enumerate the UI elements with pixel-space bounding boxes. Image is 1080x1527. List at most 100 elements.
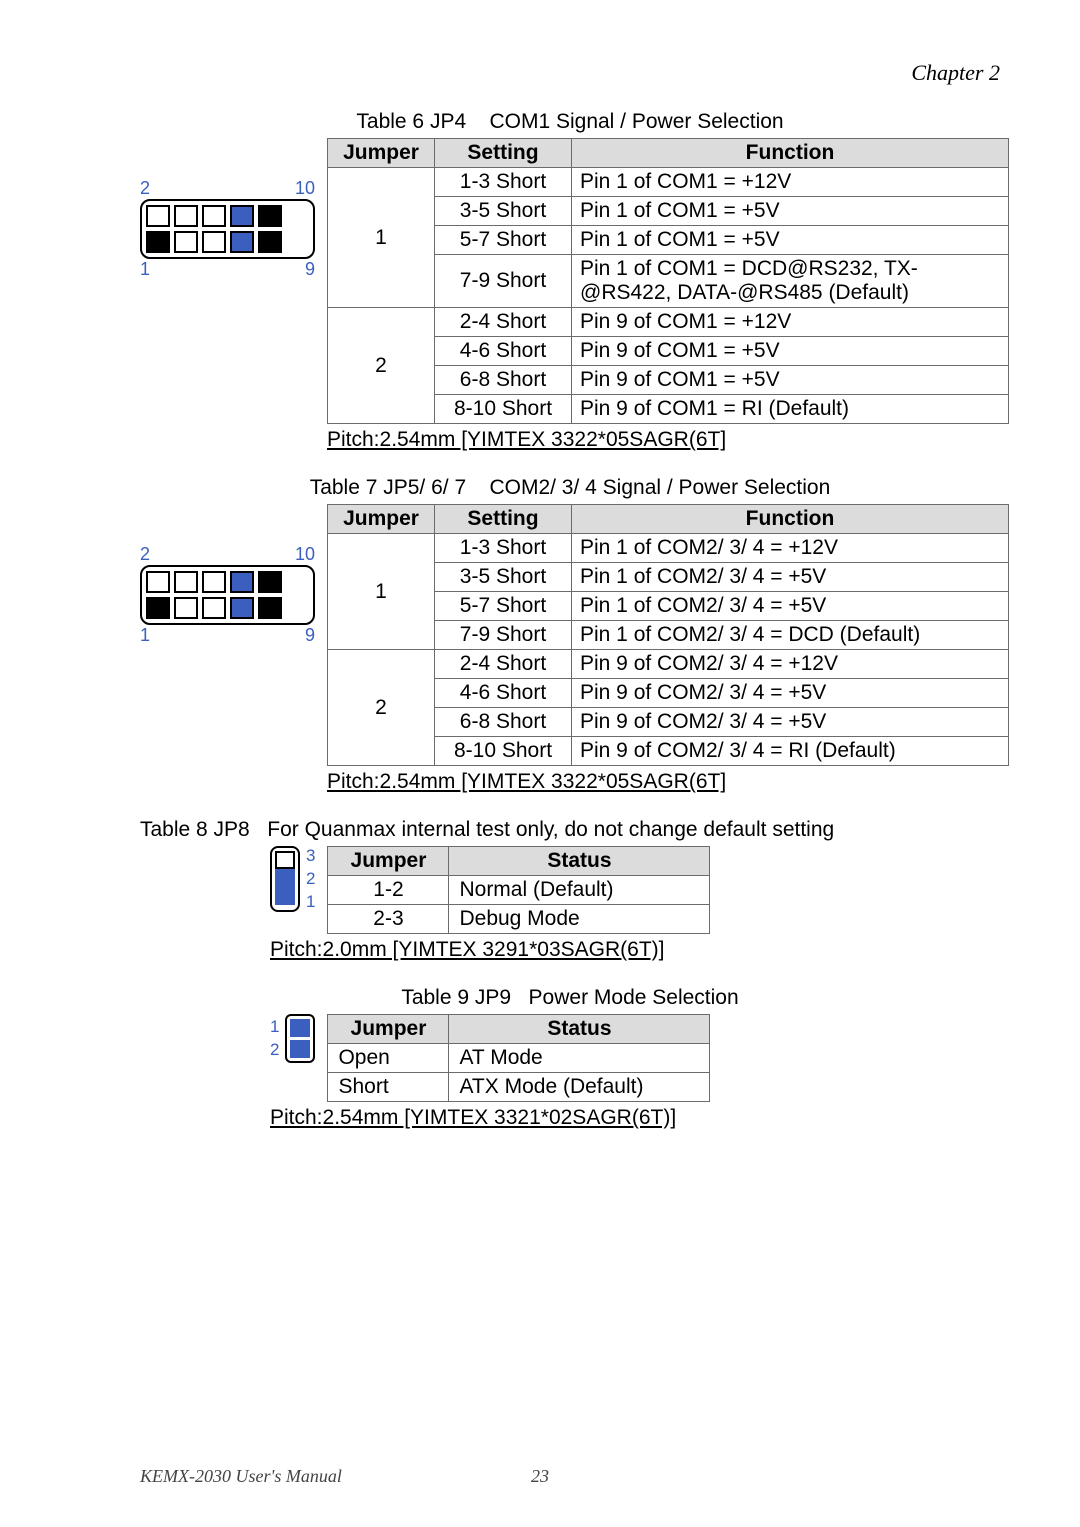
chapter-heading: Chapter 2: [140, 60, 1000, 86]
pin-icon: [275, 887, 295, 905]
pin-label: 9: [305, 259, 315, 280]
section-table7: Table 7 JP5/ 6/ 7 COM2/ 3/ 4 Signal / Po…: [140, 476, 1000, 794]
pin-icon: [230, 597, 254, 619]
cell: 5-7 Short: [435, 592, 572, 621]
pin-label: 1: [306, 892, 315, 912]
cell: 8-10 Short: [435, 737, 572, 766]
pin-label: 10: [295, 544, 315, 565]
pin-icon: [230, 231, 254, 253]
pin-icon: [290, 1040, 310, 1058]
pin-icon: [290, 1019, 310, 1037]
cell: ATX Mode (Default): [449, 1073, 710, 1102]
pin-icon: [258, 205, 282, 227]
col-jumper: Jumper: [328, 139, 435, 168]
cell-jumper: 1: [328, 534, 435, 650]
cell: 7-9 Short: [435, 621, 572, 650]
col-setting: Setting: [435, 139, 572, 168]
table7-pitch: Pitch:2.54mm [YIMTEX 3322*05SAGR(6T]: [327, 770, 1009, 794]
table7: Jumper Setting Function 1 1-3 Short Pin …: [327, 504, 1009, 766]
pin-icon: [258, 231, 282, 253]
jp4-header-diagram: 210: [140, 178, 315, 280]
pin-icon: [146, 231, 170, 253]
col-function: Function: [572, 139, 1009, 168]
table6-caption: Table 6 JP4 COM1 Signal / Power Selectio…: [140, 110, 1000, 134]
pin-icon: [146, 205, 170, 227]
jp8-header-diagram: 3 2 1: [270, 846, 315, 912]
section-table6: Table 6 JP4 COM1 Signal / Power Selectio…: [140, 110, 1000, 452]
cell: Pin 1 of COM1 = +5V: [572, 226, 1009, 255]
cell: Debug Mode: [449, 905, 710, 934]
cell: 1-3 Short: [435, 168, 572, 197]
pin-icon: [202, 597, 226, 619]
col-jumper: Jumper: [328, 505, 435, 534]
cell: Pin 1 of COM2/ 3/ 4 = DCD (Default): [572, 621, 1009, 650]
table9-pitch: Pitch:2.54mm [YIMTEX 3321*02SAGR(6T)]: [270, 1106, 1000, 1130]
cell: Pin 9 of COM1 = +5V: [572, 366, 1009, 395]
pin-icon: [174, 571, 198, 593]
col-jumper: Jumper: [328, 847, 449, 876]
pin-label: 2: [306, 869, 315, 889]
pin-label: 1: [140, 625, 150, 646]
table8: Jumper Status 1-2Normal (Default) 2-3Deb…: [327, 846, 710, 934]
cell: 3-5 Short: [435, 563, 572, 592]
pin-icon: [202, 571, 226, 593]
cell-jumper: 1: [328, 168, 435, 308]
section-table9: Table 9 JP9 Power Mode Selection 1 2 Jum…: [140, 986, 1000, 1130]
pin-icon: [146, 571, 170, 593]
cell: 6-8 Short: [435, 366, 572, 395]
cell: 4-6 Short: [435, 679, 572, 708]
pin-icon: [275, 869, 295, 887]
cell: Normal (Default): [449, 876, 710, 905]
cell: 1-2: [328, 876, 449, 905]
cell-jumper: 2: [328, 308, 435, 424]
cell: 2-4 Short: [435, 308, 572, 337]
cell: 8-10 Short: [435, 395, 572, 424]
pin-icon: [174, 205, 198, 227]
cell: Pin 1 of COM2/ 3/ 4 = +5V: [572, 592, 1009, 621]
cell: Pin 9 of COM1 = RI (Default): [572, 395, 1009, 424]
cell: 3-5 Short: [435, 197, 572, 226]
pin-label: 2: [270, 1040, 279, 1060]
pin-icon: [174, 231, 198, 253]
footer-page-number: 23: [531, 1466, 549, 1487]
pin-label: 1: [140, 259, 150, 280]
pin-label: 2: [140, 544, 150, 565]
cell: Pin 9 of COM2/ 3/ 4 = RI (Default): [572, 737, 1009, 766]
section-table8: Table 8 JP8 For Quanmax internal test on…: [140, 818, 1000, 962]
table9: Jumper Status OpenAT Mode ShortATX Mode …: [327, 1014, 710, 1102]
jp9-header-diagram: 1 2: [270, 1014, 315, 1063]
cell: Pin 9 of COM1 = +5V: [572, 337, 1009, 366]
table9-caption: Table 9 JP9 Power Mode Selection: [140, 986, 1000, 1010]
col-status: Status: [449, 1015, 710, 1044]
cell: Pin 9 of COM2/ 3/ 4 = +5V: [572, 708, 1009, 737]
cell: 2-4 Short: [435, 650, 572, 679]
cell: 4-6 Short: [435, 337, 572, 366]
table8-caption: Table 8 JP8 For Quanmax internal test on…: [140, 818, 1000, 842]
pin-label: 9: [305, 625, 315, 646]
table6: Jumper Setting Function 1 1-3 Short Pin …: [327, 138, 1009, 424]
cell: Pin 1 of COM2/ 3/ 4 = +5V: [572, 563, 1009, 592]
jp5-header-diagram: 2 10: [140, 544, 315, 646]
cell: Pin 1 of COM1 = +12V: [572, 168, 1009, 197]
pin-icon: [146, 597, 170, 619]
pin-icon: [230, 205, 254, 227]
col-status: Status: [449, 847, 710, 876]
pin-icon: [230, 571, 254, 593]
cell: Pin 9 of COM1 = +12V: [572, 308, 1009, 337]
cell: 2-3: [328, 905, 449, 934]
table8-pitch: Pitch:2.0mm [YIMTEX 3291*03SAGR(6T)]: [270, 938, 1000, 962]
cell: 7-9 Short: [435, 255, 572, 308]
cell: Pin 1 of COM1 = DCD@RS232, TX-@RS422, DA…: [572, 255, 1009, 308]
footer-left: KEMX-2030 User's Manual: [140, 1466, 342, 1487]
cell: 6-8 Short: [435, 708, 572, 737]
cell-jumper: 2: [328, 650, 435, 766]
page-footer: KEMX-2030 User's Manual 23: [0, 1466, 1080, 1487]
cell: Open: [328, 1044, 449, 1073]
pin-label: 3: [306, 846, 315, 866]
pin-label: 2: [140, 178, 150, 199]
pin-icon: [275, 851, 295, 869]
pin-icon: [202, 205, 226, 227]
pin-icon: [258, 597, 282, 619]
pin-icon: [258, 571, 282, 593]
col-setting: Setting: [435, 505, 572, 534]
